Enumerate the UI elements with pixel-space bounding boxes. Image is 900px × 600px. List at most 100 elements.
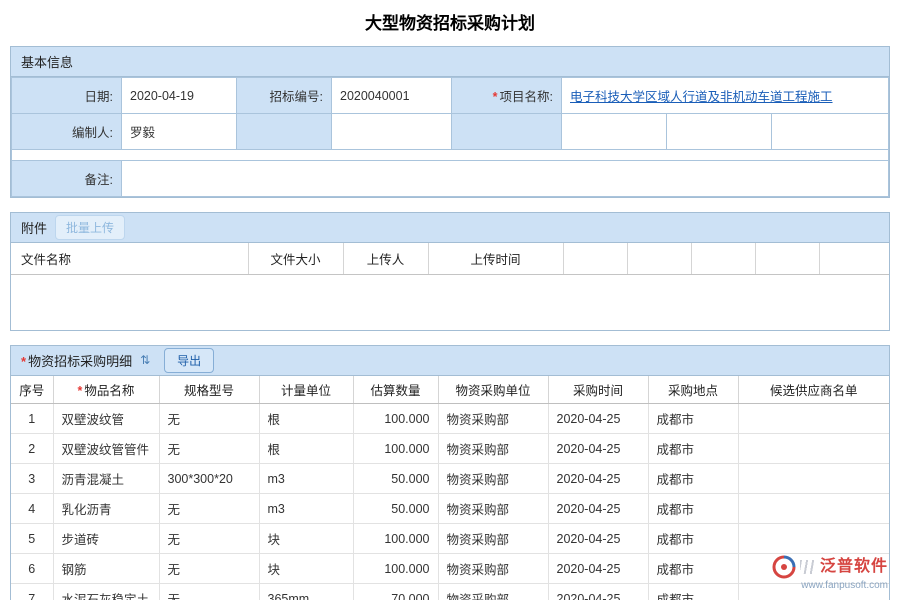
details-col-header: 序号 [11, 376, 53, 404]
empty-value-cell [667, 114, 772, 150]
fanpu-website: www.fanpusoft.com [772, 580, 888, 592]
table-cell: 50.000 [353, 464, 438, 494]
details-col-header: 估算数量 [353, 376, 438, 404]
details-col-header: 计量单位 [259, 376, 353, 404]
table-cell: 100.000 [353, 524, 438, 554]
table-cell: 物资采购部 [438, 494, 548, 524]
table-cell [738, 464, 889, 494]
basic-info-row-1: 日期: 2020-04-19 招标编号: 2020040001 *项目名称: 电… [12, 78, 889, 114]
bid-no-value: 2020040001 [332, 78, 452, 114]
table-cell: 无 [159, 404, 259, 434]
attachments-col-header: 文件名称 [11, 243, 248, 274]
fanpu-logo: 泛普软件 www.fanpusoft.com [772, 555, 888, 592]
project-link[interactable]: 电子科技大学区域人行道及非机动车道工程施工 [570, 90, 833, 104]
sort-toggle-icon[interactable]: ⇅ [140, 354, 150, 366]
attachments-header: 附件 批量上传 [11, 213, 889, 243]
empty-value-cell [562, 114, 667, 150]
table-cell: 6 [11, 554, 53, 584]
table-cell: 2 [11, 434, 53, 464]
fanpu-logo-row: 泛普软件 [772, 555, 888, 579]
table-row: 1双壁波纹管无根100.000物资采购部2020-04-25成都市 [11, 404, 889, 434]
export-button[interactable]: 导出 [164, 348, 214, 373]
table-row: 4乳化沥青无m350.000物资采购部2020-04-25成都市 [11, 494, 889, 524]
table-row: 7水泥石灰稳定土无365mm70.000物资采购部2020-04-25成都市 [11, 584, 889, 600]
basic-info-table: 日期: 2020-04-19 招标编号: 2020040001 *项目名称: 电… [11, 77, 889, 197]
details-col-header: 采购时间 [548, 376, 648, 404]
attachments-col-header [627, 243, 691, 274]
table-cell: 无 [159, 524, 259, 554]
table-cell: 双壁波纹管管件 [53, 434, 159, 464]
required-mark: * [21, 354, 26, 369]
table-cell: 365mm [259, 584, 353, 600]
empty-value-cell [332, 114, 452, 150]
attachments-section: 附件 批量上传 文件名称文件大小上传人上传时间 [10, 212, 890, 331]
attachments-table: 文件名称文件大小上传人上传时间 [11, 243, 889, 275]
table-cell: 物资采购部 [438, 464, 548, 494]
table-cell: 水泥石灰稳定土 [53, 584, 159, 600]
table-cell: 5 [11, 524, 53, 554]
table-cell: 2020-04-25 [548, 524, 648, 554]
table-cell: 根 [259, 404, 353, 434]
details-title: *物资招标采购明细 [21, 351, 132, 370]
spacer-row [12, 150, 889, 161]
details-col-header: 候选供应商名单 [738, 376, 889, 404]
basic-info-title: 基本信息 [21, 52, 73, 71]
table-cell: 2020-04-25 [548, 554, 648, 584]
table-row: 6钢筋无块100.000物资采购部2020-04-25成都市 [11, 554, 889, 584]
details-table-body: 1双壁波纹管无根100.000物资采购部2020-04-25成都市2双壁波纹管管… [11, 404, 889, 600]
table-cell: 成都市 [648, 464, 738, 494]
date-label: 日期: [12, 78, 122, 114]
table-cell: 物资采购部 [438, 404, 548, 434]
table-cell: 物资采购部 [438, 434, 548, 464]
table-cell: 2020-04-25 [548, 584, 648, 600]
table-cell: 7 [11, 584, 53, 600]
table-cell: 100.000 [353, 554, 438, 584]
table-cell: 2020-04-25 [548, 464, 648, 494]
table-cell: 物资采购部 [438, 554, 548, 584]
project-value-cell: 电子科技大学区域人行道及非机动车道工程施工 [562, 78, 889, 114]
batch-upload-button[interactable]: 批量上传 [55, 215, 125, 240]
table-cell [738, 494, 889, 524]
page-title: 大型物资招标采购计划 [0, 0, 900, 46]
table-cell: 无 [159, 584, 259, 600]
table-cell: 物资采购部 [438, 524, 548, 554]
compiler-value: 罗毅 [122, 114, 237, 150]
attachments-col-header: 上传人 [343, 243, 428, 274]
table-cell: 4 [11, 494, 53, 524]
table-cell: 物资采购部 [438, 584, 548, 600]
basic-info-row-remark: 备注: [12, 161, 889, 197]
table-cell: 无 [159, 554, 259, 584]
bid-no-label: 招标编号: [237, 78, 332, 114]
table-cell [738, 434, 889, 464]
empty-label-cell [452, 114, 562, 150]
table-cell: 成都市 [648, 404, 738, 434]
spacer-cell [12, 150, 889, 161]
details-col-header: *物品名称 [53, 376, 159, 404]
table-cell: 根 [259, 434, 353, 464]
details-table: 序号*物品名称规格型号计量单位估算数量物资采购单位采购时间采购地点候选供应商名单… [11, 376, 889, 600]
table-cell: m3 [259, 464, 353, 494]
logo-bars-decoration [800, 560, 816, 574]
basic-info-section: 基本信息 日期: 2020-04-19 招标编号: 2020040001 *项目… [10, 46, 890, 198]
table-cell: 100.000 [353, 434, 438, 464]
date-value: 2020-04-19 [122, 78, 237, 114]
attachments-col-header: 上传时间 [428, 243, 563, 274]
basic-info-row-2: 编制人: 罗毅 [12, 114, 889, 150]
table-cell: m3 [259, 494, 353, 524]
table-cell: 2020-04-25 [548, 494, 648, 524]
attachments-title: 附件 [21, 218, 47, 237]
table-cell: 成都市 [648, 524, 738, 554]
table-cell: 块 [259, 524, 353, 554]
attachments-col-header [691, 243, 755, 274]
table-cell: 成都市 [648, 494, 738, 524]
table-cell: 300*300*20 [159, 464, 259, 494]
attachments-col-header [563, 243, 627, 274]
attachments-col-header [819, 243, 889, 274]
table-row: 2双壁波纹管管件无根100.000物资采购部2020-04-25成都市 [11, 434, 889, 464]
attachments-col-header: 文件大小 [248, 243, 343, 274]
remark-label: 备注: [12, 161, 122, 197]
details-section: *物资招标采购明细 ⇅ 导出 序号*物品名称规格型号计量单位估算数量物资采购单位… [10, 345, 890, 600]
table-cell: 成都市 [648, 434, 738, 464]
table-cell: 钢筋 [53, 554, 159, 584]
details-col-header: 规格型号 [159, 376, 259, 404]
